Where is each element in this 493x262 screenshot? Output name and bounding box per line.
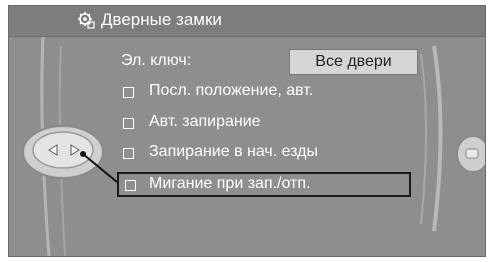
page-title: Дверные замки bbox=[101, 10, 222, 29]
key-setting-value[interactable]: Все двери bbox=[289, 49, 418, 75]
pointer-dot bbox=[80, 151, 86, 157]
settings-gear-icon bbox=[78, 12, 95, 29]
checkbox-icon[interactable] bbox=[123, 87, 134, 98]
option-label: Запирание в нач. езды bbox=[149, 143, 318, 160]
option-last-position[interactable]: Посл. положение, авт. bbox=[117, 80, 417, 106]
option-flash-on-lock[interactable]: Мигание при зап./отп. bbox=[117, 172, 411, 197]
controller-knob-icon[interactable] bbox=[21, 118, 121, 198]
key-setting-label: Эл. ключ: bbox=[121, 52, 192, 69]
checkbox-icon[interactable] bbox=[125, 180, 136, 191]
option-label: Авт. запирание bbox=[149, 113, 261, 130]
checkbox-icon[interactable] bbox=[123, 148, 134, 159]
option-auto-lock[interactable]: Авт. запирание bbox=[117, 111, 417, 137]
title-bar: Дверные замки bbox=[9, 6, 485, 37]
right-arc-outer bbox=[432, 45, 443, 232]
idrive-screen-frame: Дверные замки Эл. ключ: Все двери Посл. … bbox=[0, 0, 493, 262]
menu-button-icon[interactable] bbox=[455, 134, 485, 174]
option-lock-at-start[interactable]: Запирание в нач. езды bbox=[117, 141, 417, 167]
option-label: Посл. положение, авт. bbox=[149, 82, 314, 99]
display-screen: Дверные замки Эл. ключ: Все двери Посл. … bbox=[8, 5, 486, 257]
option-label: Мигание при зап./отп. bbox=[149, 175, 311, 192]
right-arc-inner bbox=[420, 53, 427, 225]
checkbox-icon[interactable] bbox=[123, 118, 134, 129]
